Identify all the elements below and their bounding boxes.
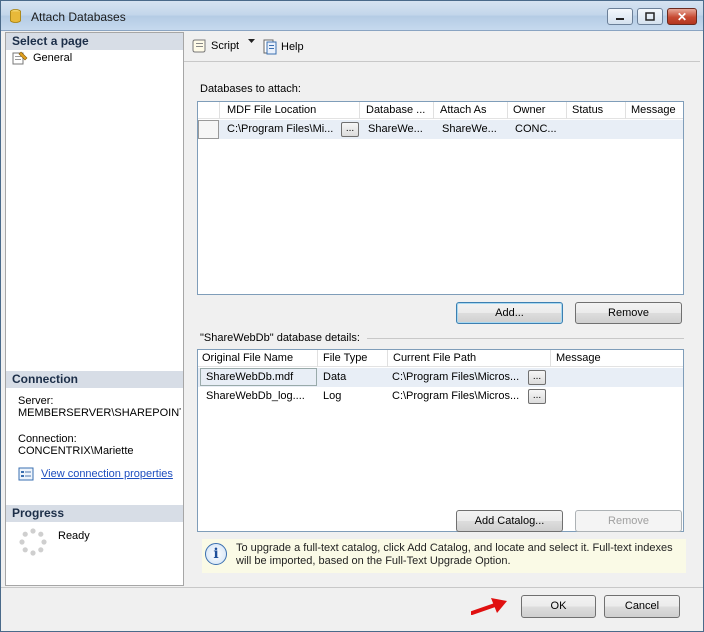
file-type-cell: Log: [323, 390, 342, 402]
minimize-icon: [616, 17, 624, 20]
column-header-current-file-path[interactable]: Current File Path: [389, 350, 551, 367]
databases-to-attach-grid[interactable]: MDF File Location Database ... Attach As…: [197, 101, 684, 295]
details-group-line: [367, 338, 684, 339]
attach-databases-dialog: Attach Databases ✕ Select a page General…: [0, 0, 704, 632]
browse-path-button[interactable]: ...: [528, 389, 546, 404]
maximize-icon: [645, 11, 655, 21]
script-dropdown-button[interactable]: [248, 39, 255, 44]
column-header-details-message[interactable]: Message: [552, 350, 683, 367]
script-label: Script: [211, 40, 240, 52]
cancel-button[interactable]: Cancel: [604, 595, 680, 618]
mdf-location-cell: C:\Program Files\Mi...: [227, 123, 334, 135]
column-header-status[interactable]: Status: [568, 102, 626, 119]
minimize-button[interactable]: [607, 8, 633, 25]
original-file-name-cell: ShareWebDb.mdf: [206, 371, 294, 383]
table-row[interactable]: ShareWebDb.mdf Data C:\Program Files\Mic…: [198, 368, 683, 387]
info-icon: i: [205, 543, 227, 565]
server-label: Server:: [18, 395, 54, 407]
database-icon: [10, 9, 21, 23]
progress-header: Progress: [6, 505, 183, 522]
connection-label: Connection:: [18, 433, 77, 445]
column-header-original-file-name[interactable]: Original File Name: [198, 350, 318, 367]
table-row[interactable]: ShareWebDb_log.... Log C:\Program Files\…: [198, 387, 683, 406]
status-cell: [570, 120, 626, 139]
connection-value: CONCENTRIX\Mariette: [18, 445, 134, 457]
browse-mdf-button[interactable]: ...: [341, 122, 359, 137]
window-title: Attach Databases: [31, 10, 126, 24]
progress-spinner-icon: [19, 528, 47, 556]
view-connection-properties-link[interactable]: View connection properties: [41, 468, 173, 480]
original-file-name-cell: ShareWebDb_log....: [206, 390, 305, 402]
message-cell: [629, 120, 683, 139]
database-details-label: "ShareWebDb" database details:: [200, 332, 360, 344]
toolbar: Script Help: [184, 32, 700, 60]
select-page-header: Select a page: [6, 33, 183, 50]
connection-header: Connection: [6, 371, 183, 388]
title-bar[interactable]: Attach Databases ✕: [1, 1, 703, 31]
progress-status: Ready: [58, 530, 90, 542]
help-icon: [263, 39, 277, 55]
view-connection-properties[interactable]: View connection properties: [18, 467, 173, 481]
page-wrench-icon: [12, 51, 28, 65]
page-item-general[interactable]: General: [12, 50, 72, 66]
column-header-file-type[interactable]: File Type: [319, 350, 388, 367]
row-selector[interactable]: [198, 120, 219, 139]
server-value: MEMBERSERVER\SHAREPOINT: [18, 407, 181, 419]
column-header-attach-as[interactable]: Attach As: [436, 102, 508, 119]
database-cell: ShareWe...: [368, 123, 423, 135]
current-file-path-cell[interactable]: C:\Program Files\Micros...: [388, 368, 524, 387]
owner-cell[interactable]: CONC...: [511, 120, 567, 139]
row-header-column: [198, 102, 220, 119]
remove-catalog-button[interactable]: Remove: [575, 510, 682, 532]
remove-button[interactable]: Remove: [575, 302, 682, 324]
right-pane: Script Help Databases to attach: MDF Fil…: [184, 32, 700, 586]
chevron-down-icon: [248, 39, 255, 43]
browse-path-button[interactable]: ...: [528, 370, 546, 385]
info-bar: i To upgrade a full-text catalog, click …: [202, 539, 686, 573]
column-header-message[interactable]: Message: [627, 102, 683, 119]
close-button[interactable]: ✕: [667, 8, 697, 25]
ok-button[interactable]: OK: [521, 595, 596, 618]
script-icon: [192, 39, 206, 53]
column-header-owner[interactable]: Owner: [509, 102, 567, 119]
column-header-mdf[interactable]: MDF File Location: [223, 102, 360, 119]
current-file-path-cell[interactable]: C:\Program Files\Micros...: [388, 387, 524, 406]
maximize-button[interactable]: [637, 8, 663, 25]
dialog-footer: OK Cancel: [1, 587, 703, 631]
red-arrow-icon: [471, 598, 507, 615]
column-header-database[interactable]: Database ...: [362, 102, 434, 119]
file-type-cell: Data: [323, 371, 347, 383]
close-icon: ✕: [676, 9, 688, 24]
toolbar-separator: [184, 61, 700, 62]
left-pane: Select a page General Connection Server:…: [5, 32, 184, 586]
databases-to-attach-label: Databases to attach:: [200, 83, 301, 95]
attach-as-cell[interactable]: ShareWe...: [438, 120, 508, 139]
info-text: To upgrade a full-text catalog, click Ad…: [236, 542, 673, 567]
details-message-cell: [554, 368, 683, 387]
add-button[interactable]: Add...: [456, 302, 563, 324]
details-message-cell: [554, 387, 683, 406]
grid-header: MDF File Location Database ... Attach As…: [198, 102, 683, 119]
help-label: Help: [281, 41, 304, 53]
help-button[interactable]: Help: [262, 39, 304, 55]
page-item-label: General: [33, 52, 73, 64]
table-row[interactable]: C:\Program Files\Mi... ... ShareWe... Sh…: [198, 120, 683, 139]
script-button[interactable]: Script: [192, 39, 239, 53]
details-grid-header: Original File Name File Type Current Fil…: [198, 350, 683, 367]
add-catalog-button[interactable]: Add Catalog...: [456, 510, 563, 532]
database-details-grid[interactable]: Original File Name File Type Current Fil…: [197, 349, 684, 532]
properties-icon: [18, 467, 34, 481]
